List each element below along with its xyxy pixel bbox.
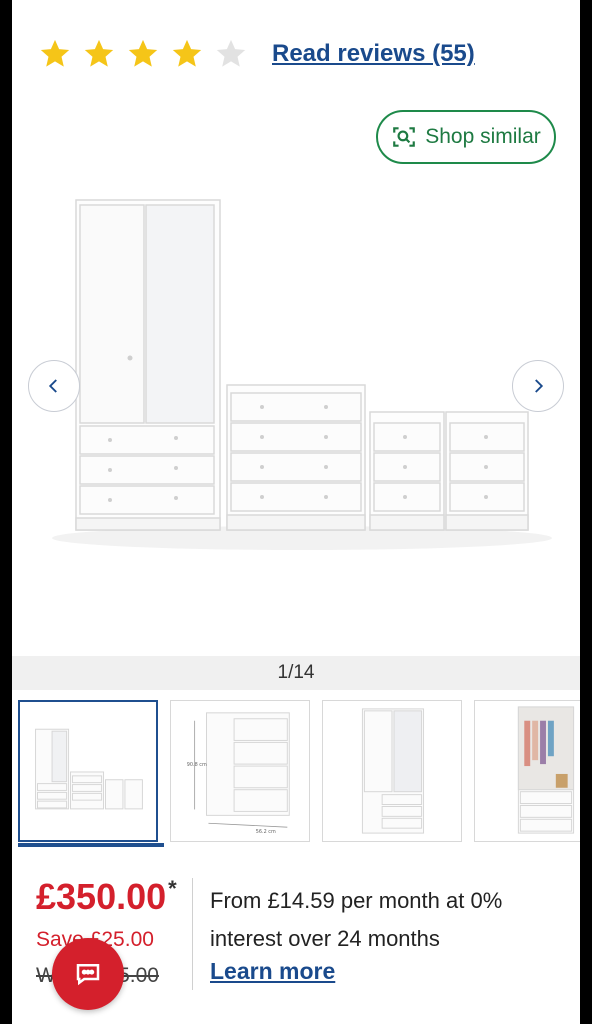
star-icon <box>40 39 70 67</box>
price-asterisk: * <box>168 876 177 901</box>
thumb-furniture-set[interactable] <box>18 700 158 842</box>
finance-text: From £14.59 per month at 0% interest ove… <box>210 888 503 951</box>
previous-image-button[interactable] <box>28 360 80 412</box>
chat-icon <box>76 964 100 986</box>
thumb-chest-dimensions[interactable]: 90.8 cm 56.2 cm <box>170 700 310 842</box>
thumb-wardrobe[interactable] <box>322 700 462 842</box>
thumbnail-strip[interactable]: 90.8 cm 56.2 cm <box>18 700 580 842</box>
star-icon <box>128 39 158 67</box>
star-rating <box>38 32 258 76</box>
shop-similar-button[interactable]: Shop similar <box>376 110 556 164</box>
price-divider <box>192 878 193 990</box>
svg-text:56.2 cm: 56.2 cm <box>256 829 276 835</box>
thumb-wardrobe-open[interactable] <box>474 700 580 842</box>
chat-button[interactable] <box>52 938 124 1010</box>
product-page: Read reviews (55) Shop similar 1/14 90.8… <box>12 0 580 1024</box>
star-icon <box>84 39 114 67</box>
thumb-wardrobe-image <box>361 708 425 834</box>
furniture-set-image <box>52 199 552 550</box>
thumb-wardrobe-open-image <box>517 706 575 834</box>
price-value: £350.00 <box>36 876 167 917</box>
chevron-left-icon <box>48 379 57 393</box>
next-image-button[interactable] <box>512 360 564 412</box>
image-counter-bar: 1/14 <box>12 656 580 690</box>
star-empty-icon <box>216 39 246 67</box>
star-icon <box>172 39 202 67</box>
visual-search-icon <box>393 127 416 147</box>
svg-text:90.8 cm: 90.8 cm <box>187 762 207 768</box>
learn-more-link[interactable]: Learn more <box>210 958 335 985</box>
read-reviews-link[interactable]: Read reviews (55) <box>272 40 475 68</box>
shop-similar-label: Shop similar <box>425 125 541 148</box>
chevron-right-icon <box>535 379 544 393</box>
product-image[interactable] <box>12 180 580 650</box>
thumb-chest-dimensions-image: 90.8 cm 56.2 cm <box>187 712 290 835</box>
thumb-furniture-set-image <box>35 728 143 810</box>
price: £350.00* <box>36 876 177 918</box>
image-counter: 1/14 <box>277 662 315 683</box>
active-thumbnail-indicator <box>18 843 164 847</box>
